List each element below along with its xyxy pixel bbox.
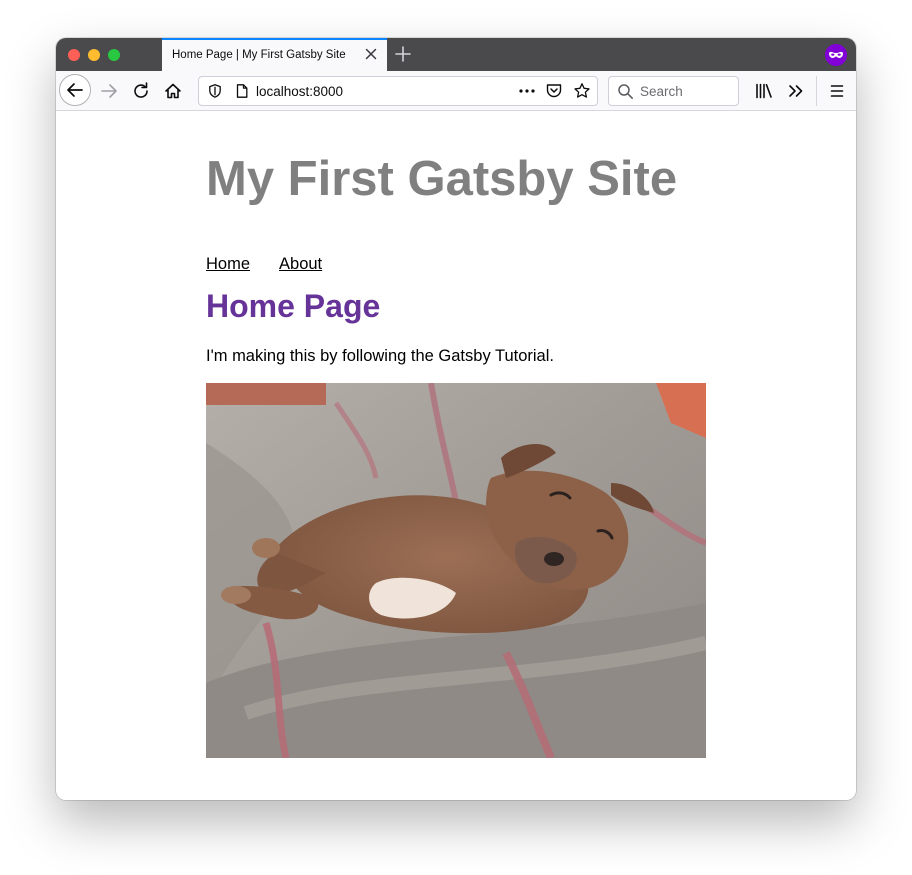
tab-title: Home Page | My First Gatsby Site	[172, 49, 346, 61]
pocket-icon[interactable]	[545, 82, 563, 100]
hamburger-menu-icon[interactable]	[823, 77, 851, 105]
bookmark-star-icon[interactable]	[573, 82, 591, 100]
search-bar[interactable]: Search	[608, 76, 739, 106]
nav-link-home[interactable]: Home	[206, 255, 250, 273]
page-content: My First Gatsby Site Home About Home Page…	[56, 111, 856, 800]
page-heading: Home Page	[206, 288, 381, 324]
overflow-chevrons-icon[interactable]	[782, 77, 810, 105]
browser-window: Home Page | My First Gatsby Site localho…	[56, 38, 856, 800]
home-icon[interactable]	[159, 77, 187, 105]
page-actions-icon[interactable]	[517, 82, 537, 100]
nav-link-about[interactable]: About	[279, 255, 322, 273]
url-text[interactable]: localhost:8000	[256, 84, 343, 99]
search-icon	[618, 84, 633, 99]
page-info-icon[interactable]	[234, 83, 250, 99]
site-nav: Home About	[206, 255, 351, 274]
forward-arrow-icon[interactable]	[95, 77, 123, 105]
tab-strip: Home Page | My First Gatsby Site	[56, 38, 856, 71]
window-zoom-button[interactable]	[108, 49, 120, 61]
intro-text: I'm making this by following the Gatsby …	[206, 347, 554, 365]
back-button[interactable]	[59, 74, 91, 106]
tab-home-page[interactable]: Home Page | My First Gatsby Site	[162, 38, 387, 71]
window-close-button[interactable]	[68, 49, 80, 61]
tracking-protection-shield-icon[interactable]	[207, 83, 223, 99]
navigation-toolbar: localhost:8000 Search	[56, 71, 856, 111]
private-browsing-mask-icon	[825, 44, 847, 66]
dog-photo	[206, 383, 706, 758]
address-bar[interactable]: localhost:8000	[198, 76, 598, 106]
arrow-left-icon	[67, 83, 83, 97]
toolbar-divider	[816, 76, 817, 106]
close-tab-icon[interactable]	[363, 46, 379, 62]
window-minimize-button[interactable]	[88, 49, 100, 61]
reload-icon[interactable]	[127, 77, 155, 105]
new-tab-icon[interactable]	[394, 45, 412, 63]
search-placeholder: Search	[640, 84, 683, 99]
library-icon[interactable]	[750, 77, 778, 105]
site-title: My First Gatsby Site	[206, 152, 678, 206]
